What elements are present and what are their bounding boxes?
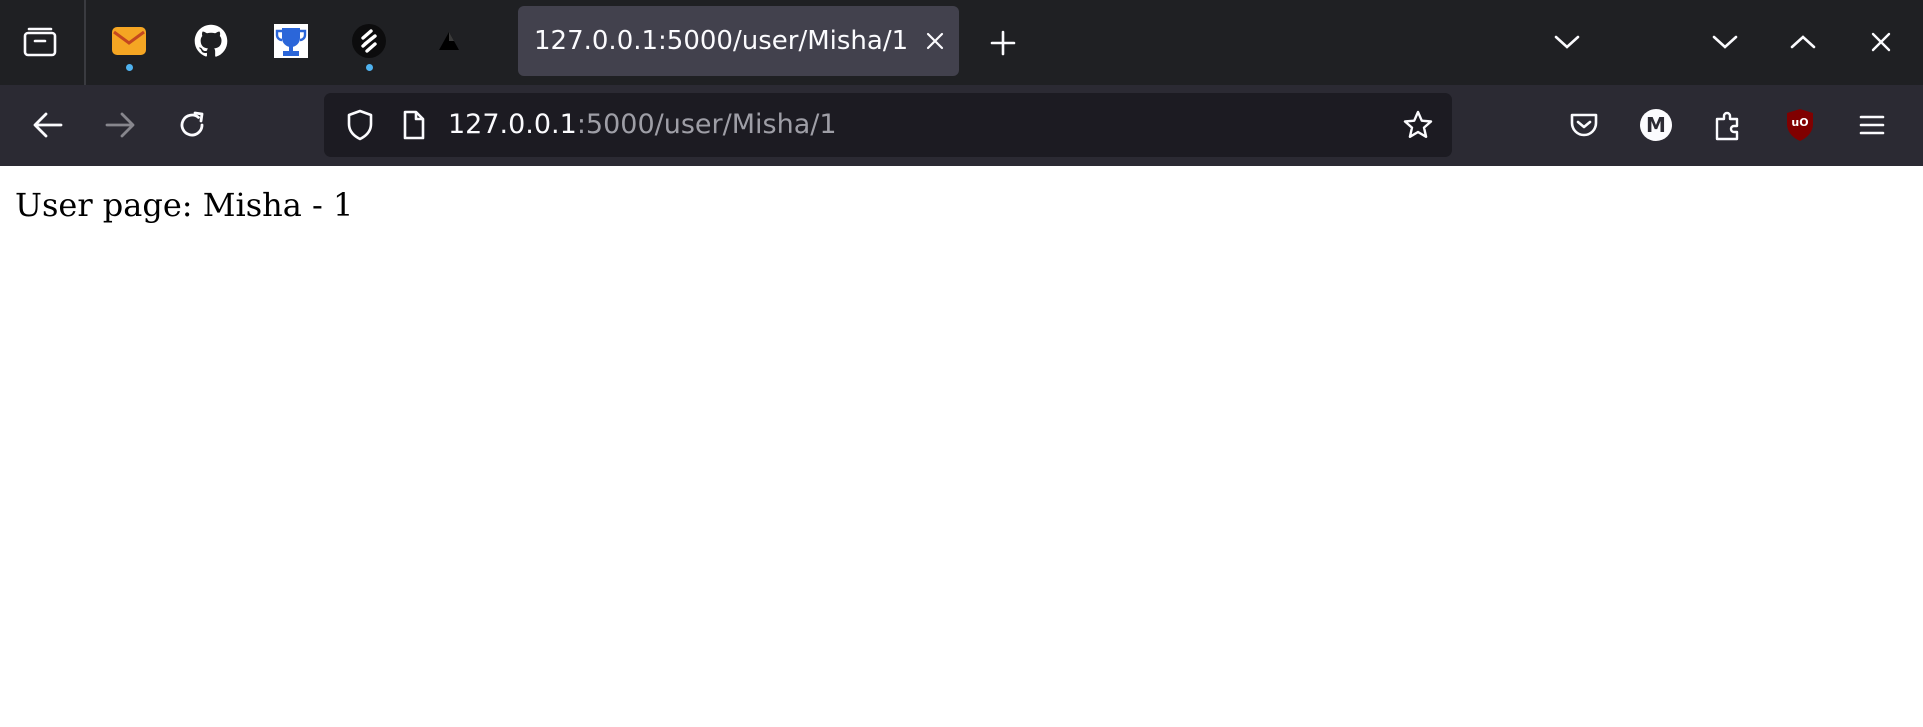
pinned-tab-trophy[interactable] bbox=[268, 18, 314, 64]
back-button[interactable] bbox=[24, 101, 72, 149]
url-text[interactable]: 127.0.0.1:5000/user/Misha/1 bbox=[448, 93, 837, 157]
bookmark-star-icon[interactable] bbox=[1396, 103, 1440, 147]
ublock-origin-button[interactable]: uO bbox=[1776, 101, 1824, 149]
pinned-tab-github[interactable] bbox=[188, 18, 234, 64]
plus-icon bbox=[989, 29, 1017, 57]
puzzle-icon bbox=[1713, 109, 1743, 141]
list-all-tabs-button[interactable] bbox=[1544, 20, 1590, 64]
app-menu-button[interactable] bbox=[1848, 101, 1896, 149]
hamburger-menu-icon bbox=[1858, 113, 1886, 137]
extensions-button[interactable] bbox=[1704, 101, 1752, 149]
arrow-right-icon bbox=[104, 111, 136, 139]
envelope-icon bbox=[111, 26, 147, 56]
reload-button[interactable] bbox=[168, 101, 216, 149]
window-close-button[interactable] bbox=[1858, 20, 1904, 64]
pocket-icon bbox=[1569, 111, 1599, 139]
tab-bar: 127.0.0.1:5000/user/Misha/1 bbox=[0, 0, 1923, 85]
tab-overview-icon[interactable] bbox=[16, 20, 64, 64]
account-avatar: M bbox=[1640, 109, 1672, 141]
chevron-up-icon bbox=[1790, 34, 1816, 50]
chevron-down-icon bbox=[1712, 34, 1738, 50]
url-host: 127.0.0.1 bbox=[448, 109, 577, 140]
pinned-tab-swimlane[interactable] bbox=[346, 18, 392, 64]
reload-icon bbox=[177, 110, 207, 140]
url-path: :5000/user/Misha/1 bbox=[576, 109, 837, 140]
notification-dot bbox=[126, 64, 133, 71]
minimize-button[interactable] bbox=[1702, 20, 1748, 64]
navigation-toolbar: 127.0.0.1:5000/user/Misha/1 M uO bbox=[0, 85, 1923, 166]
close-icon bbox=[1870, 31, 1892, 53]
trophy-icon bbox=[273, 23, 309, 59]
page-content: User page: Misha - 1 bbox=[0, 166, 1923, 727]
address-bar[interactable]: 127.0.0.1:5000/user/Misha/1 bbox=[324, 93, 1452, 157]
page-info-icon[interactable] bbox=[392, 103, 436, 147]
new-tab-button[interactable] bbox=[980, 20, 1026, 66]
arrow-left-icon bbox=[32, 111, 64, 139]
close-icon[interactable] bbox=[915, 21, 955, 61]
github-icon bbox=[194, 24, 228, 58]
notification-dot bbox=[366, 64, 373, 71]
pocket-button[interactable] bbox=[1560, 101, 1608, 149]
tracking-protection-shield-icon[interactable] bbox=[338, 103, 382, 147]
account-button[interactable]: M bbox=[1632, 101, 1680, 149]
pinned-tab-mail[interactable] bbox=[106, 18, 152, 64]
chevron-down-icon bbox=[1554, 34, 1580, 50]
ublock-shield-icon: uO bbox=[1785, 108, 1815, 142]
ublock-label: uO bbox=[1791, 116, 1809, 129]
page-text: User page: Misha - 1 bbox=[15, 186, 354, 224]
triangle-icon bbox=[437, 30, 461, 52]
active-tab[interactable]: 127.0.0.1:5000/user/Misha/1 bbox=[518, 6, 959, 76]
pinned-tab-triangle[interactable] bbox=[426, 18, 472, 64]
maximize-button[interactable] bbox=[1780, 20, 1826, 64]
tab-title: 127.0.0.1:5000/user/Misha/1 bbox=[534, 26, 909, 56]
forward-button[interactable] bbox=[96, 101, 144, 149]
pinned-tabs-divider bbox=[84, 0, 86, 85]
s-logo-icon bbox=[351, 23, 387, 59]
